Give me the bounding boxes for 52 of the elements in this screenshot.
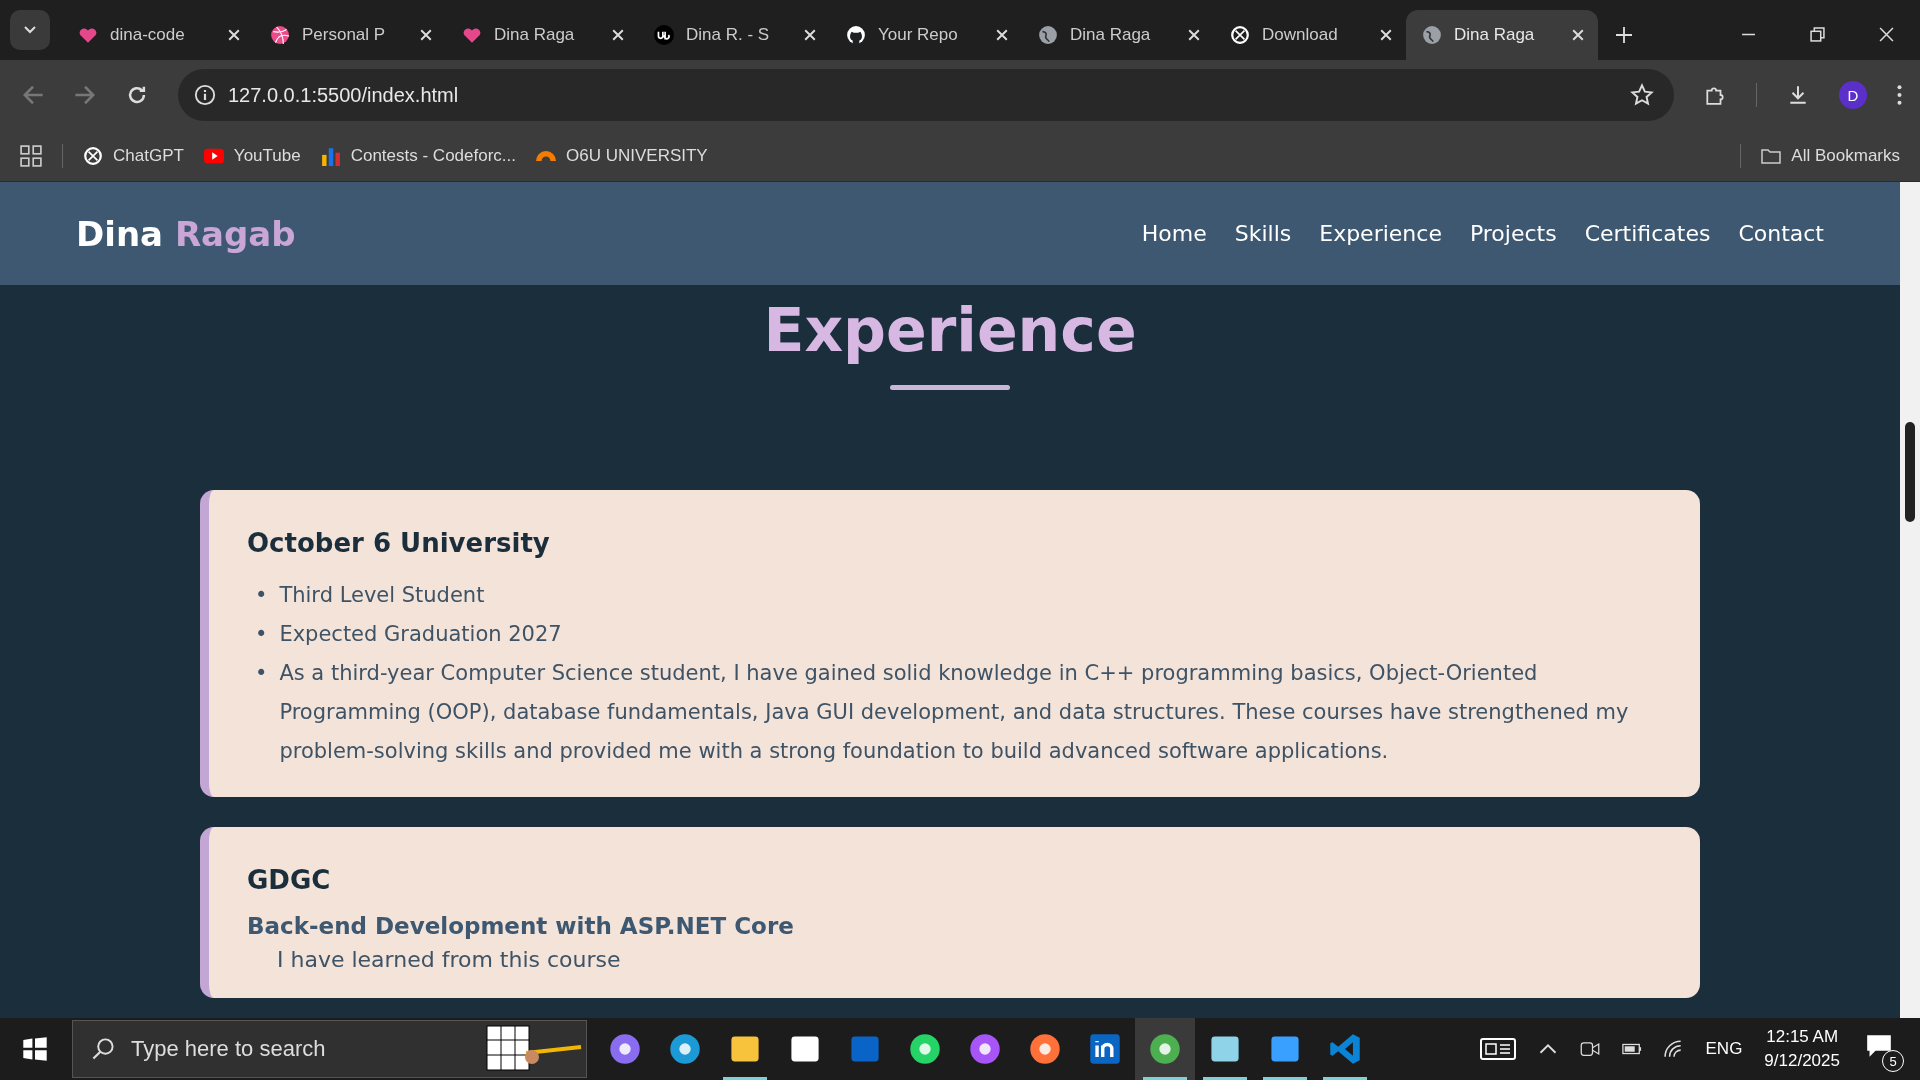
bullet: •	[255, 660, 268, 687]
notification-count: 5	[1882, 1050, 1904, 1072]
nav-link[interactable]: Contact	[1738, 221, 1824, 246]
list-item: Expected Graduation 2027	[279, 621, 562, 648]
tab-title: Dina R. - S	[686, 25, 771, 45]
clock[interactable]: 12:15 AM 9/12/2025	[1764, 1025, 1840, 1073]
all-bookmarks-button[interactable]: All Bookmarks	[1761, 145, 1900, 166]
card-text: I have learned from this course	[277, 947, 622, 972]
browser-tab[interactable]: Download	[1214, 10, 1406, 60]
tab-title: Personal P	[302, 25, 387, 45]
tab-title: Download	[1262, 25, 1339, 45]
bookmark[interactable]: Contests - Codeforc...	[320, 145, 516, 166]
language-indicator[interactable]: ENG	[1705, 1039, 1743, 1059]
card-title: GDGC	[247, 865, 332, 895]
browser-tab[interactable]: Dina Raga	[1022, 10, 1214, 60]
tab-title: dina-code	[110, 25, 186, 45]
site-logo[interactable]: Dina Ragab	[76, 213, 296, 254]
browser-tab[interactable]: Dina R. - S	[638, 10, 830, 60]
address-bar[interactable]: 127.0.0.1:5500/index.html	[178, 69, 1674, 121]
tab-title: Dina Raga	[494, 25, 576, 45]
card-subtitle: Back-end Development with ASP.NET Core	[247, 913, 795, 939]
nav-link[interactable]: Skills	[1234, 221, 1292, 246]
list-item: Third Level Student	[279, 582, 485, 609]
nav-link[interactable]: Certificates	[1584, 221, 1711, 246]
bookmark-label: O6U UNIVERSITY	[566, 145, 708, 166]
nav-link[interactable]: Experience	[1319, 221, 1442, 246]
browser-tab[interactable]: Your Repo	[830, 10, 1022, 60]
tab-title: Dina Raga	[1454, 25, 1536, 45]
bookmark-label: ChatGPT	[113, 145, 184, 166]
bookmark[interactable]: YouTube	[203, 145, 301, 166]
nav-link[interactable]: Home	[1141, 221, 1207, 246]
bullet: •	[255, 621, 268, 648]
browser-tab[interactable]: Dina Raga	[446, 10, 638, 60]
section-title: Experience	[762, 295, 1138, 365]
profile-avatar[interactable]: D	[1839, 81, 1867, 109]
list-item: As a third-year Computer Science student, I have gained solid knowledge in C++ programming basics, Object-Oriented Programming (OOP), database fundamentals, Java GUI development, and data structures. These courses have strengthened my problem-solving skills and provided me with a strong foundation to build advanced software applications.	[279, 660, 1630, 765]
browser-tab[interactable]: Dina Raga	[1406, 10, 1598, 60]
tab-title: Dina Raga	[1070, 25, 1152, 45]
bookmark-label: Contests - Codeforc...	[350, 145, 516, 166]
bookmark[interactable]: ChatGPT	[83, 145, 184, 166]
bookmark[interactable]: O6U UNIVERSITY	[536, 145, 708, 166]
tab-title: Your Repo	[878, 25, 959, 45]
bullet: •	[255, 582, 268, 609]
search-placeholder: Type here to search	[131, 1036, 327, 1062]
browser-tab[interactable]: dina-code	[62, 10, 254, 60]
bookmark-label: All Bookmarks	[1791, 145, 1900, 166]
bookmark-label: YouTube	[233, 145, 301, 166]
url-text: 127.0.0.1:5500/index.html	[228, 83, 460, 107]
taskbar-search-field[interactable]: Type here to search	[72, 1020, 587, 1078]
nav-link[interactable]: Projects	[1469, 221, 1557, 246]
browser-tab[interactable]: Personal P	[254, 10, 446, 60]
card-title: October 6 University	[247, 528, 551, 558]
